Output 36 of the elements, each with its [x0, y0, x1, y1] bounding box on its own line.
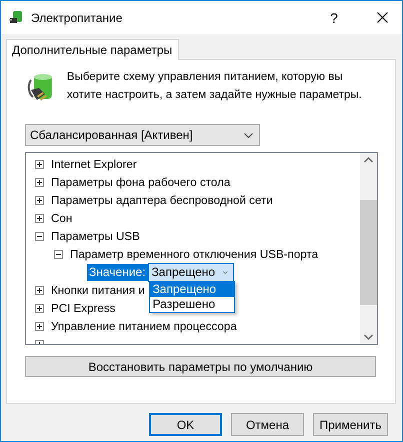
expand-icon[interactable] — [35, 196, 44, 204]
expand-icon[interactable] — [35, 322, 44, 330]
dialog-button[interactable]: Применить — [313, 413, 388, 436]
tree-item[interactable]: Кнопки питания и — [51, 284, 145, 296]
tree-item[interactable]: Internet Explorer — [51, 158, 137, 170]
value-dropdown[interactable]: Запрещено — [148, 262, 234, 282]
expand-icon[interactable] — [35, 160, 44, 168]
tab[interactable]: Дополнительные параметры — [6, 39, 180, 60]
tree-item[interactable]: Сон — [51, 212, 72, 224]
expand-icon[interactable] — [35, 214, 44, 222]
dialog-button[interactable]: Отмена — [231, 413, 304, 436]
scrollbar-thumb[interactable] — [360, 200, 377, 305]
expand-icon[interactable] — [35, 178, 44, 186]
dropdown-option[interactable]: Запрещено — [150, 282, 234, 296]
tree-item[interactable]: Параметры фона рабочего стола — [51, 176, 230, 188]
expand-icon[interactable] — [35, 304, 44, 312]
close-icon[interactable] — [376, 12, 388, 23]
tree-item[interactable]: PCI Express — [51, 302, 116, 314]
instruction-text: Выберите схему управления питанием, которую вы хотите настроить, а затем задайте нужные параметры. — [66, 70, 363, 103]
help-button[interactable]: ? — [312, 10, 356, 26]
collapse-icon[interactable] — [54, 250, 63, 258]
window-title: Электропитание — [31, 10, 124, 24]
dropdown-option[interactable]: Разрешено — [150, 296, 234, 312]
collapse-icon[interactable] — [35, 232, 44, 240]
dialog-button[interactable]: OK — [149, 413, 222, 436]
power-plug-icon — [9, 10, 25, 26]
restore-defaults-button[interactable]: Восстановить параметры по умолчанию — [25, 356, 376, 377]
expand-icon[interactable] — [35, 286, 44, 294]
setting-label: Значение: — [87, 264, 148, 280]
chevron-down-icon — [223, 270, 228, 274]
tree-item[interactable]: Управление питанием процессора — [51, 320, 237, 332]
tree-item[interactable]: Параметры USB — [51, 230, 140, 242]
tree-item[interactable]: Параметры адаптера беспроводной сети — [51, 194, 273, 206]
tree-item[interactable]: Параметр временного отключения USB-порта — [70, 248, 318, 260]
chevron-down-icon — [244, 132, 253, 138]
plan-dropdown[interactable]: Сбалансированная [Активен] — [25, 124, 260, 146]
